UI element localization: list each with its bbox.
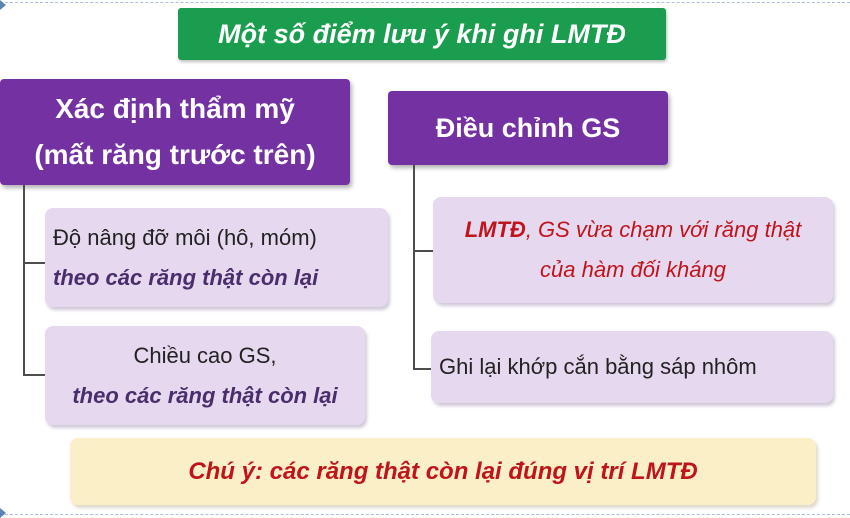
right-connector-branch1 — [413, 250, 433, 252]
left-connector-vertical — [23, 185, 25, 375]
left-item1-line1: Độ nâng đỡ môi (hô, móm) — [53, 224, 317, 250]
left-item-box-2: Chiều cao GS, theo các răng thật còn lại — [45, 326, 365, 425]
right-item1-bold: LMTĐ — [464, 217, 526, 242]
right-header-text: Điều chỉnh GS — [435, 112, 621, 143]
right-item-box-1: LMTĐ, GS vừa chạm với răng thật của hàm … — [433, 197, 833, 303]
note-box: Chú ý: các răng thật còn lại đúng vị trí… — [70, 438, 816, 505]
note-text: Chú ý: các răng thật còn lại đúng vị trí… — [188, 457, 698, 485]
bullet-triangle-icon — [0, 0, 6, 10]
right-item1-line1: LMTĐ, GS vừa chạm với răng thật — [465, 210, 802, 250]
left-item2-line2: theo các răng thật còn lại — [72, 382, 338, 408]
right-item1-rest: , GS vừa chạm với răng thật — [525, 217, 802, 242]
bottom-dashed-rule — [0, 514, 850, 515]
top-dashed-rule — [0, 2, 850, 3]
left-connector-branch1 — [23, 262, 45, 264]
left-item2-line1: Chiều cao GS, — [133, 342, 277, 368]
right-connector-vertical — [413, 165, 415, 369]
right-item1-line2: của hàm đối kháng — [540, 257, 726, 282]
bullet-triangle-icon — [0, 508, 6, 518]
right-connector-branch2 — [413, 368, 431, 370]
right-item-box-2: Ghi lại khớp cắn bằng sáp nhôm — [431, 331, 833, 403]
left-item1-line2: theo các răng thật còn lại — [53, 264, 319, 290]
left-header-box: Xác định thẩm mỹ (mất răng trước trên) — [0, 79, 350, 185]
title-box: Một số điểm lưu ý khi ghi LMTĐ — [178, 8, 666, 60]
right-header-box: Điều chỉnh GS — [388, 91, 668, 165]
right-item2-text: Ghi lại khớp cắn bằng sáp nhôm — [439, 354, 757, 379]
left-item-box-1: Độ nâng đỡ môi (hô, móm) theo các răng t… — [45, 208, 388, 307]
left-header-line1: Xác định thẩm mỹ — [55, 93, 295, 124]
title-text: Một số điểm lưu ý khi ghi LMTĐ — [218, 18, 626, 49]
left-connector-branch2 — [23, 374, 45, 376]
left-header-line2: (mất răng trước trên) — [34, 139, 316, 170]
